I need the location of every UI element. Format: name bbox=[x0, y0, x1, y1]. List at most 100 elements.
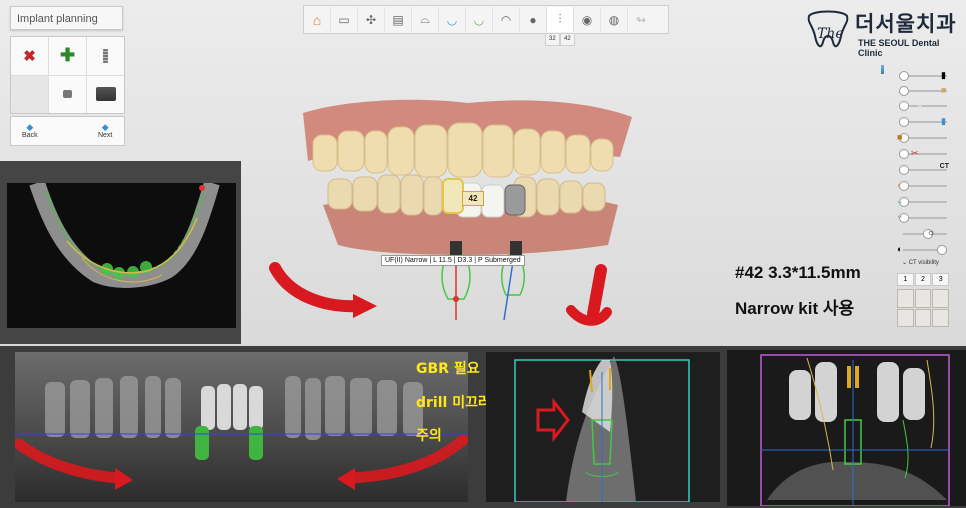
view-mode-button-3[interactable]: 3 bbox=[932, 273, 949, 286]
implant-icon bbox=[103, 48, 108, 63]
implant-step-icon: ⫶ bbox=[558, 12, 562, 26]
implant-index-left[interactable]: 32 bbox=[545, 33, 560, 46]
view-preset-1[interactable] bbox=[897, 289, 914, 308]
clinic-name-korean: 더서울치과 bbox=[855, 13, 957, 36]
nerve-visibility-icon: ✂ bbox=[911, 148, 919, 158]
model-visibility-icon: ◒ bbox=[897, 196, 903, 206]
view-preset-3[interactable] bbox=[932, 289, 949, 308]
kit-note: Narrow kit 사용 bbox=[735, 299, 855, 318]
back-label: Back bbox=[22, 132, 38, 139]
axial-ct-view[interactable] bbox=[7, 183, 236, 328]
arrow-right-icon: ◆ bbox=[101, 122, 109, 132]
arch-icon: ◡ bbox=[473, 12, 485, 27]
step-align-button[interactable]: ✣ bbox=[358, 7, 385, 32]
warning-line-gbr: GBR 필요 bbox=[416, 361, 480, 377]
guide-visibility-icon: ■ bbox=[897, 132, 903, 142]
disc-icon: ◍ bbox=[608, 12, 620, 27]
clinic-logo-mark: The bbox=[807, 10, 849, 48]
opacity-slider-10[interactable]: ◓ bbox=[897, 212, 949, 224]
ct-visibility-label: CT visibility bbox=[908, 260, 939, 266]
warning-line-caution: 주의 bbox=[416, 428, 442, 444]
red-arrow-right bbox=[566, 264, 612, 326]
step-guide-button[interactable]: ◉ bbox=[574, 7, 601, 32]
step-crown-button[interactable]: ◠ bbox=[493, 7, 520, 32]
crown-icon: ◠ bbox=[500, 12, 512, 27]
guide-icon: ◉ bbox=[581, 12, 593, 27]
abutment-button[interactable] bbox=[49, 75, 86, 113]
step-sleeve-button[interactable]: ◍ bbox=[601, 7, 628, 32]
implant-info-tooltip: UF(II) Narrow | L 11.5 | D3.3 | P Submer… bbox=[381, 255, 525, 266]
ct-visibility-toggle[interactable]: ⌄ CT visibility bbox=[902, 259, 939, 266]
view-mode-buttons: 1 2 3 bbox=[897, 273, 949, 286]
navigation-row: ◆ Back ◆ Next bbox=[10, 116, 125, 146]
nerve-icon: ◡ bbox=[446, 12, 458, 27]
opacity-slider-8[interactable]: ◐ bbox=[897, 180, 949, 192]
arrow-left-icon: ◆ bbox=[26, 122, 34, 132]
sagittal-view[interactable] bbox=[727, 350, 966, 506]
panoramic-view[interactable] bbox=[15, 352, 468, 502]
sleeve-visibility-icon: ▮ bbox=[941, 116, 946, 126]
clinic-name-english: THE SEOUL Dental Clinic bbox=[858, 38, 940, 58]
opacity-slider-4[interactable]: ▮ bbox=[897, 116, 949, 128]
home-button[interactable]: ⌂ bbox=[304, 7, 331, 32]
step-tooth-button[interactable]: ⌓ bbox=[412, 7, 439, 32]
empty-tool-slot bbox=[11, 75, 48, 113]
tooth-icon: ⌓ bbox=[420, 12, 430, 26]
step-panorama-button[interactable]: ▤ bbox=[385, 7, 412, 32]
step-nerve-button[interactable]: ◡ bbox=[439, 7, 466, 32]
chevron-down-icon: ⌄ bbox=[902, 260, 909, 266]
step-export-button[interactable]: ↬ bbox=[628, 7, 654, 32]
step-implant-button[interactable]: ⫶ bbox=[547, 7, 574, 32]
panorama-icon: ▤ bbox=[392, 12, 404, 27]
opacity-slider-3[interactable]: ◕ bbox=[897, 100, 949, 112]
align-icon: ✣ bbox=[365, 12, 377, 27]
implant-index-right[interactable]: 42 bbox=[560, 33, 575, 46]
implant-tag[interactable]: 42 bbox=[462, 191, 484, 206]
step-arch-button[interactable]: ◡ bbox=[466, 7, 493, 32]
implant-visibility-icon: ▮ bbox=[941, 70, 946, 80]
brightness-icon: ☼ bbox=[927, 227, 936, 237]
add-implant-button[interactable]: ✚ bbox=[49, 37, 86, 75]
sleeve-button[interactable] bbox=[87, 75, 124, 113]
opacity-slider-5[interactable]: ■ bbox=[897, 132, 949, 144]
view-preset-thumbnails bbox=[897, 289, 949, 327]
workflow-toolbar: ⌂ ▭ ✣ ▤ ⌓ ◡ ◡ ◠ ● ⫶ ◉ ◍ ↬ bbox=[303, 5, 669, 34]
cross-section-view[interactable] bbox=[486, 352, 720, 502]
home-icon: ⌂ bbox=[312, 11, 322, 28]
contrast-icon: ◐ bbox=[897, 244, 903, 254]
svg-text:The: The bbox=[817, 26, 844, 42]
next-label: Next bbox=[97, 132, 113, 139]
close-icon: ✖ bbox=[23, 47, 36, 65]
next-button[interactable]: ◆ Next bbox=[86, 117, 124, 145]
view-preset-4[interactable] bbox=[897, 308, 914, 327]
ct-slider[interactable]: CT bbox=[897, 163, 949, 176]
prosthesis-icon: ● bbox=[529, 12, 537, 27]
implant-tool-grid: ✖ ✚ bbox=[10, 36, 125, 114]
tooth-visibility-icon: ◕ bbox=[917, 100, 923, 110]
delete-implant-button[interactable]: ✖ bbox=[11, 37, 48, 75]
view-preset-5[interactable] bbox=[914, 308, 932, 327]
sleeve-icon bbox=[95, 87, 116, 102]
opacity-slider-2[interactable]: ■ bbox=[897, 85, 949, 97]
brightness-slider[interactable]: ☼ bbox=[897, 227, 949, 240]
opacity-slider-9[interactable]: ◒ bbox=[897, 196, 949, 208]
crown-visibility-icon: ■ bbox=[941, 85, 947, 95]
abutment-icon bbox=[63, 90, 72, 99]
contrast-slider[interactable]: ◐ bbox=[897, 244, 949, 256]
view-preset-2[interactable] bbox=[914, 289, 932, 308]
step-scan-button[interactable]: ▭ bbox=[331, 7, 358, 32]
scan-icon: ▭ bbox=[338, 12, 350, 27]
opacity-slider-1[interactable]: ▮ bbox=[897, 70, 949, 82]
implant-button[interactable] bbox=[87, 37, 124, 75]
red-arrow-left bbox=[269, 262, 377, 318]
view-mode-button-1[interactable]: 1 bbox=[897, 273, 914, 286]
view-preset-6[interactable] bbox=[932, 308, 949, 327]
scan-visibility-icon: ◐ bbox=[897, 180, 903, 190]
opacity-slider-6[interactable]: ✂ bbox=[897, 148, 949, 160]
plus-icon: ✚ bbox=[59, 45, 76, 66]
arch-visibility-icon: ◓ bbox=[897, 212, 903, 222]
back-button[interactable]: ◆ Back bbox=[11, 117, 49, 145]
view-mode-button-2[interactable]: 2 bbox=[914, 273, 932, 286]
step-prosthesis-button[interactable]: ● bbox=[520, 7, 547, 32]
